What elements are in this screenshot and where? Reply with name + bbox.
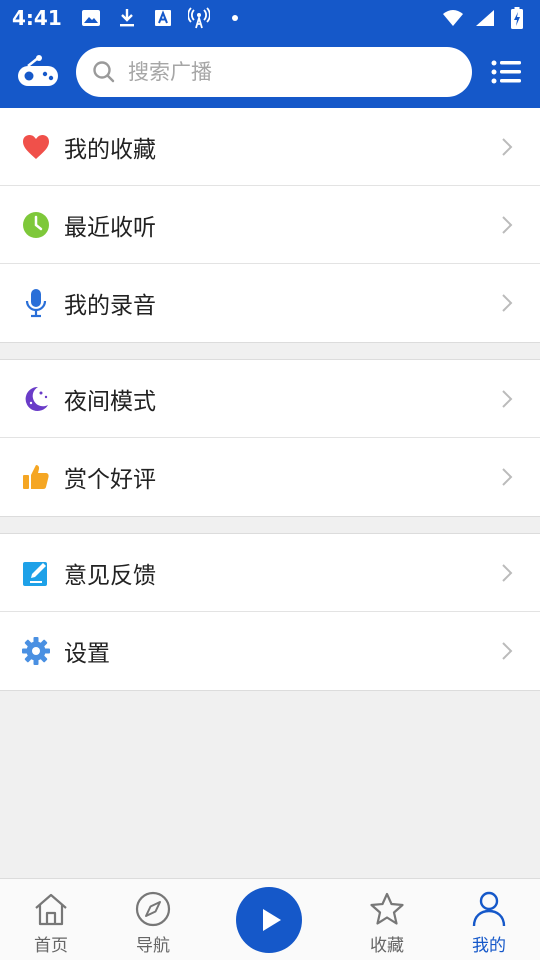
microphone-icon	[22, 289, 50, 318]
profile-menu-list: 我的收藏 最近收听 我的录音 夜间模式 赏个好评 意见反馈 设置	[0, 108, 540, 691]
menu-item-rate[interactable]: 赏个好评	[0, 438, 540, 516]
compass-icon	[113, 889, 193, 929]
wifi-icon	[442, 7, 464, 29]
status-time: 4:41	[12, 6, 62, 30]
nav-label: 收藏	[370, 936, 404, 956]
star-icon	[347, 889, 427, 929]
edit-icon	[22, 559, 50, 587]
play-button[interactable]	[236, 887, 302, 953]
search-input[interactable]	[128, 60, 428, 84]
user-icon	[449, 889, 529, 929]
menu-item-label: 赏个好评	[64, 467, 156, 493]
menu-item-night-mode[interactable]: 夜间模式	[0, 360, 540, 438]
menu-item-recordings[interactable]: 我的录音	[0, 264, 540, 342]
nav-label: 我的	[472, 936, 506, 956]
system-icons	[442, 7, 528, 29]
menu-item-label: 我的录音	[64, 293, 156, 319]
nav-navigation[interactable]: 导航	[113, 889, 193, 956]
nav-home[interactable]: 首页	[11, 889, 91, 956]
app-root: 4:41 搜索广播 我的收藏 最近收听 我的录音 夜间模式 赏个好评 意见反馈 …	[0, 0, 540, 960]
thumbs-up-icon	[22, 463, 50, 491]
nav-favorites[interactable]: 收藏	[347, 889, 427, 956]
clock-icon	[22, 211, 50, 239]
bottom-nav: 首页 导航 收藏 我的	[0, 878, 540, 960]
nav-label: 首页	[34, 936, 68, 956]
nav-label: 导航	[136, 936, 170, 956]
dot-icon	[224, 7, 246, 29]
radio-logo-icon[interactable]	[16, 54, 60, 90]
heart-icon	[22, 133, 50, 161]
status-bar: 4:41	[0, 0, 540, 36]
chevron-right-icon	[500, 214, 514, 236]
menu-item-label: 夜间模式	[64, 388, 156, 415]
chevron-right-icon	[500, 562, 514, 584]
menu-group-2: 夜间模式 赏个好评	[0, 359, 540, 517]
chevron-right-icon	[500, 640, 514, 662]
menu-item-recent[interactable]: 最近收听	[0, 186, 540, 264]
menu-group-3: 意见反馈 设置	[0, 533, 540, 691]
menu-item-label: 意见反馈	[64, 562, 156, 589]
chevron-right-icon	[500, 136, 514, 158]
antenna-icon	[187, 7, 210, 29]
menu-item-favorites[interactable]: 我的收藏	[0, 108, 540, 186]
moon-icon	[22, 385, 50, 413]
chevron-right-icon	[500, 292, 514, 314]
nav-mine[interactable]: 我的	[449, 889, 529, 956]
menu-item-feedback[interactable]: 意见反馈	[0, 534, 540, 612]
search-icon	[92, 59, 118, 85]
signal-icon	[474, 7, 496, 29]
chevron-right-icon	[500, 466, 514, 488]
notification-icons	[80, 7, 246, 29]
menu-item-label: 设置	[64, 641, 110, 667]
battery-icon	[506, 7, 528, 29]
menu-item-label: 我的收藏	[64, 136, 156, 163]
app-header	[0, 36, 540, 108]
search-box[interactable]	[76, 47, 472, 97]
menu-item-label: 最近收听	[64, 214, 156, 241]
menu-item-settings[interactable]: 设置	[0, 612, 540, 690]
chevron-right-icon	[500, 388, 514, 410]
text-icon	[152, 7, 174, 29]
download-icon	[116, 7, 138, 29]
home-icon	[11, 889, 91, 929]
image-icon	[80, 7, 102, 29]
list-menu-icon[interactable]	[490, 57, 522, 87]
gear-icon	[22, 637, 50, 665]
play-icon	[261, 907, 283, 933]
menu-group-1: 我的收藏 最近收听 我的录音	[0, 108, 540, 343]
